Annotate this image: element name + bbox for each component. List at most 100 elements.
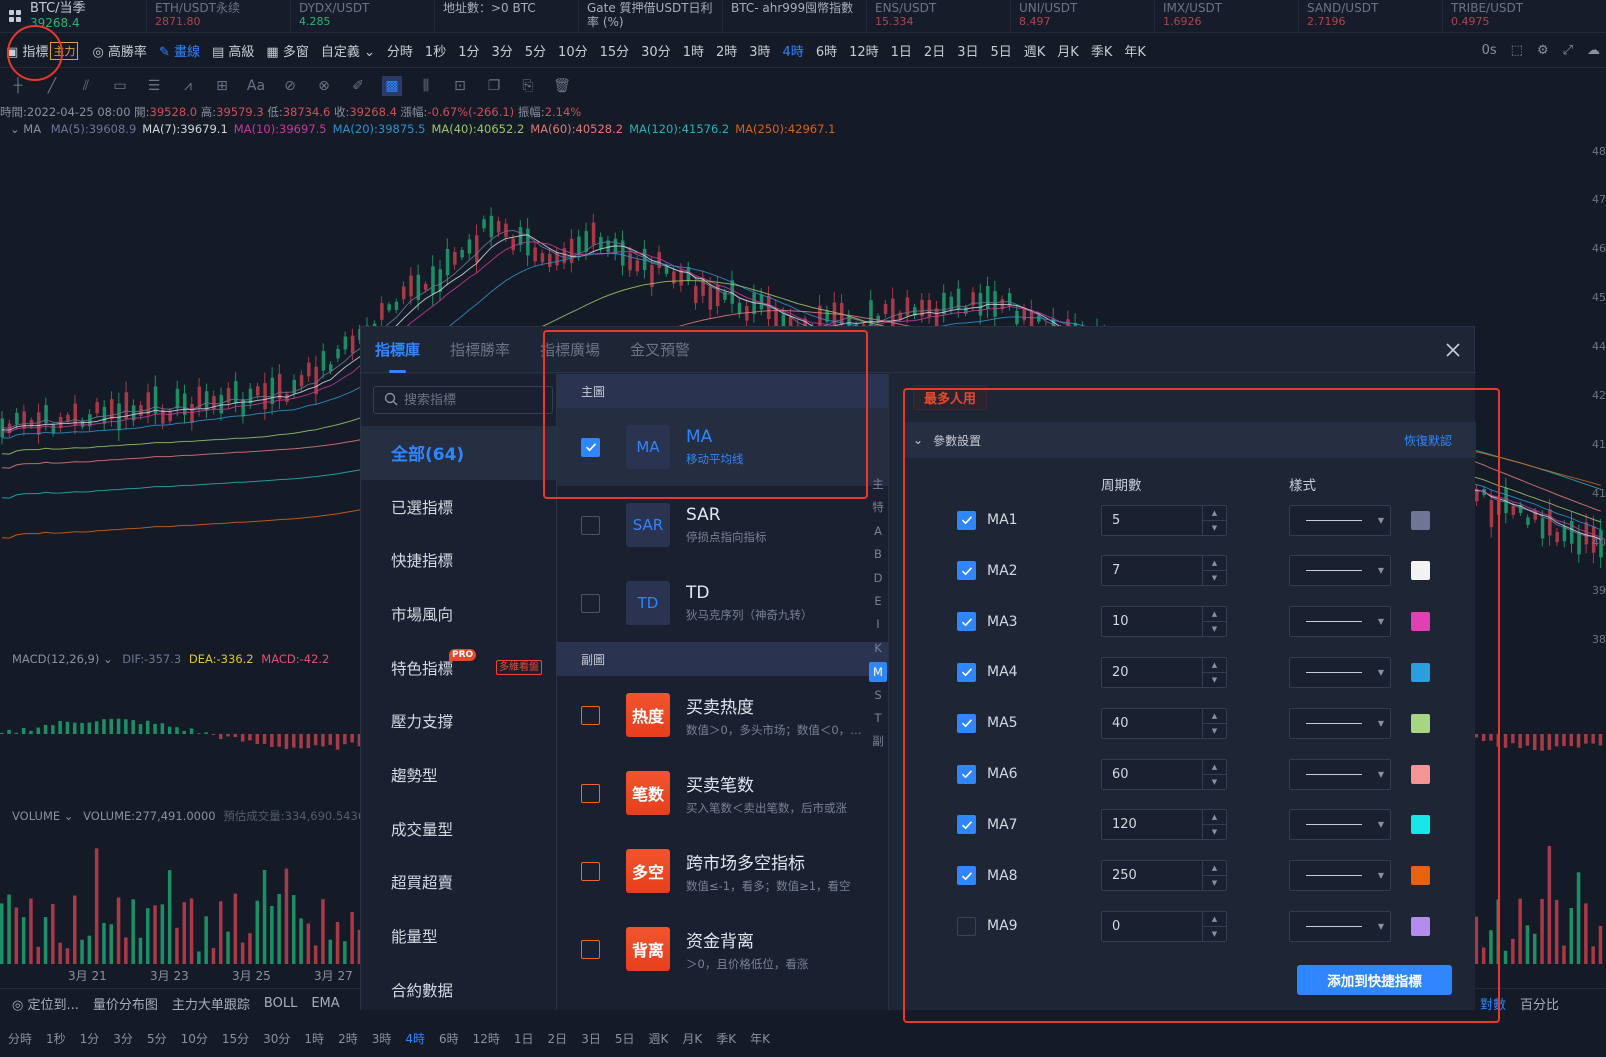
- period-6[interactable]: 15分: [594, 41, 636, 60]
- alpha-index-item[interactable]: T: [869, 707, 887, 730]
- ma-checkbox[interactable]: [957, 561, 976, 581]
- period-9[interactable]: 2時: [710, 41, 743, 60]
- bottom-period-1[interactable]: 1秒: [46, 1030, 66, 1047]
- stepper-down-icon[interactable]: ▼: [1203, 775, 1226, 789]
- bottom-period-18[interactable]: 週K: [648, 1030, 668, 1047]
- indicator-checkbox[interactable]: [581, 861, 600, 881]
- alpha-index-item[interactable]: D: [869, 567, 887, 590]
- stepper-up-icon[interactable]: ▲: [1203, 810, 1226, 826]
- close-icon[interactable]: [1442, 339, 1464, 361]
- line-style-select[interactable]: ▼: [1289, 910, 1391, 942]
- category-item[interactable]: 特色指標 PRO 多維看盤: [361, 641, 556, 695]
- line-tool-icon[interactable]: ╱: [42, 76, 62, 96]
- draw-button[interactable]: ✎ 畫線: [153, 41, 206, 60]
- period-input[interactable]: [1102, 664, 1202, 680]
- copy-tool-icon[interactable]: ❐: [484, 76, 504, 96]
- ticker-item[interactable]: 地址數：>0 BTC: [434, 1, 578, 31]
- stepper-up-icon[interactable]: ▲: [1203, 861, 1226, 877]
- hide-tool-icon[interactable]: ⊗: [314, 76, 334, 96]
- line-style-select[interactable]: ▼: [1289, 555, 1391, 587]
- bottom-period-3[interactable]: 3分: [113, 1030, 133, 1047]
- category-item[interactable]: 已選指標: [361, 480, 556, 534]
- alpha-index-item[interactable]: K: [869, 637, 887, 660]
- macd-name[interactable]: MACD(12,26,9): [12, 652, 99, 666]
- color-swatch[interactable]: [1411, 713, 1430, 733]
- line-style-select[interactable]: ▼: [1289, 606, 1391, 638]
- category-item[interactable]: 超買超賣: [361, 856, 556, 910]
- color-swatch[interactable]: [1411, 662, 1430, 682]
- alpha-index-item[interactable]: B: [869, 543, 887, 566]
- period-0[interactable]: 分時: [381, 41, 419, 60]
- ma-collapse-icon[interactable]: ⌄: [10, 122, 20, 136]
- period-16[interactable]: 3日: [951, 41, 984, 60]
- bottom-period-20[interactable]: 季K: [716, 1030, 736, 1047]
- ma-checkbox[interactable]: [957, 764, 976, 784]
- stepper-down-icon[interactable]: ▼: [1203, 876, 1226, 890]
- bottom-period-8[interactable]: 1時: [304, 1030, 324, 1047]
- stepper-up-icon[interactable]: ▲: [1203, 760, 1226, 775]
- tab-3[interactable]: 金叉預警: [630, 327, 690, 373]
- ticker-item[interactable]: BTC- ahr999囤幣指數: [722, 1, 866, 31]
- ma-checkbox[interactable]: [957, 815, 976, 835]
- multi-window-button[interactable]: ▦ 多窗: [260, 41, 314, 60]
- indicator-row[interactable]: 热度买卖热度数值＞0，多头市场；数值＜0，空头市场: [557, 676, 888, 754]
- channel-tool-icon[interactable]: ⫽: [76, 76, 96, 96]
- period-input[interactable]: [1102, 817, 1202, 833]
- template-tool-icon[interactable]: ⎘: [518, 76, 538, 96]
- line-style-select[interactable]: ▼: [1289, 758, 1391, 790]
- period-21[interactable]: 年K: [1118, 41, 1152, 60]
- bottom-period-10[interactable]: 3時: [372, 1030, 392, 1047]
- period-input[interactable]: [1102, 715, 1202, 731]
- screenshot-icon[interactable]: ⬚: [1511, 43, 1523, 58]
- ma-checkbox[interactable]: [957, 612, 976, 632]
- period-14[interactable]: 1日: [885, 41, 918, 60]
- category-item[interactable]: 全部(64): [361, 426, 556, 480]
- ticker-item[interactable]: ENS/USDT 15.334: [866, 1, 1010, 31]
- bottom-item-boll[interactable]: BOLL: [264, 996, 297, 1011]
- stepper-down-icon[interactable]: ▼: [1203, 673, 1226, 687]
- indicator-checkbox[interactable]: [581, 939, 600, 959]
- bottom-period-9[interactable]: 2時: [338, 1030, 358, 1047]
- alpha-index-item[interactable]: 特: [869, 496, 887, 519]
- period-4[interactable]: 5分: [519, 41, 552, 60]
- fib-tool-icon[interactable]: ☰: [144, 76, 164, 96]
- candle-tool-icon[interactable]: ⫼: [416, 76, 436, 96]
- stepper-down-icon[interactable]: ▼: [1203, 571, 1226, 585]
- bottom-period-13[interactable]: 12時: [473, 1030, 500, 1047]
- indicator-row[interactable]: 背离 资金背离 ＞0，且价格低位，看涨: [557, 910, 888, 988]
- bottom-period-14[interactable]: 1日: [514, 1030, 534, 1047]
- ticker-item[interactable]: ETH/USDT永续 2871.80: [146, 1, 290, 31]
- log-scale-button[interactable]: 對數: [1480, 994, 1506, 1013]
- ticker-item[interactable]: SAND/USDT 2.7196: [1298, 1, 1442, 31]
- multi-view-badge[interactable]: 多維看盤: [496, 659, 542, 675]
- indicator-checkbox[interactable]: [581, 437, 600, 457]
- bottom-period-16[interactable]: 3日: [581, 1030, 601, 1047]
- bottom-period-5[interactable]: 10分: [181, 1030, 208, 1047]
- fullscreen-icon[interactable]: ⤢: [1563, 43, 1573, 58]
- color-swatch[interactable]: [1411, 561, 1430, 581]
- period-input[interactable]: [1102, 563, 1202, 579]
- period-17[interactable]: 5日: [984, 41, 1017, 60]
- text-tool-icon[interactable]: Aa: [246, 76, 266, 96]
- category-item[interactable]: 快捷指標: [361, 533, 556, 587]
- period-15[interactable]: 2日: [918, 41, 951, 60]
- indicator-row[interactable]: 多空 跨市场多空指标 数值≤-1，看多；数值≥1，看空: [557, 832, 888, 910]
- ticker-item[interactable]: TRIBE/USDT 0.4975: [1442, 1, 1586, 31]
- color-swatch[interactable]: [1411, 510, 1430, 530]
- indicator-checkbox[interactable]: [581, 515, 600, 535]
- stepper-down-icon[interactable]: ▼: [1203, 521, 1226, 535]
- bottom-period-21[interactable]: 年K: [750, 1030, 770, 1047]
- restore-default-link[interactable]: 恢復默認: [1404, 432, 1452, 449]
- stepper-up-icon[interactable]: ▲: [1203, 607, 1226, 623]
- period-19[interactable]: 月K: [1051, 41, 1085, 60]
- tab-0[interactable]: 指標庫: [375, 327, 420, 373]
- line-style-select[interactable]: ▼: [1289, 707, 1391, 739]
- stepper-up-icon[interactable]: ▲: [1203, 709, 1226, 724]
- category-item[interactable]: 趨勢型: [361, 748, 556, 802]
- indicator-button[interactable]: ▣ 指標: [0, 41, 54, 60]
- stepper-up-icon[interactable]: ▲: [1203, 912, 1226, 927]
- settings-icon[interactable]: ⚙: [1537, 43, 1549, 58]
- color-swatch[interactable]: [1411, 866, 1430, 886]
- period-18[interactable]: 週K: [1018, 41, 1052, 60]
- brush-tool-icon[interactable]: ✐: [348, 76, 368, 96]
